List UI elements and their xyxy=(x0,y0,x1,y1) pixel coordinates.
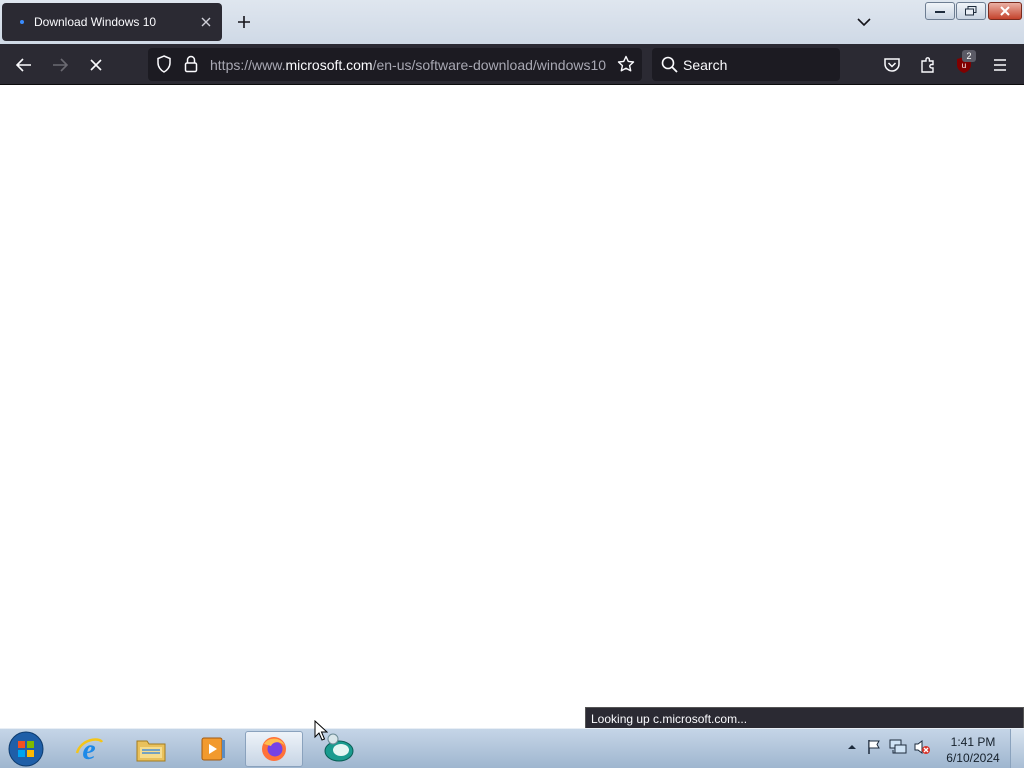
tab-strip: Download Windows 10 xyxy=(0,0,1024,44)
arrow-left-icon xyxy=(16,58,31,72)
page-content[interactable] xyxy=(0,85,1024,728)
taskbar-media-player[interactable] xyxy=(184,731,242,767)
start-button[interactable] xyxy=(6,730,46,768)
back-button[interactable] xyxy=(9,50,39,80)
extension-badge-count: 2 xyxy=(962,50,976,62)
mouse-cursor-icon xyxy=(314,720,328,741)
svg-text:u: u xyxy=(962,61,966,70)
volume-muted-icon xyxy=(914,740,930,754)
plus-icon xyxy=(238,16,250,28)
puzzle-icon xyxy=(921,57,934,73)
tab-title: Download Windows 10 xyxy=(34,15,157,29)
taskbar-internet-explorer[interactable]: e xyxy=(60,731,118,767)
list-all-tabs-button[interactable] xyxy=(852,10,876,34)
minimize-icon xyxy=(935,11,945,13)
url-domain: microsoft.com xyxy=(285,57,373,73)
hamburger-menu-icon xyxy=(994,59,1006,71)
clock-date: 6/10/2024 xyxy=(946,751,1000,765)
show-desktop-button[interactable] xyxy=(1010,729,1024,768)
lock-icon[interactable] xyxy=(181,54,201,74)
tracking-protection-icon[interactable] xyxy=(154,54,174,74)
taskbar: e 1:41 PM 6/10/2024 xyxy=(0,728,1024,768)
status-panel: Looking up c.microsoft.com... xyxy=(585,707,1024,729)
network-tray[interactable] xyxy=(888,737,908,757)
minimize-button[interactable] xyxy=(925,2,955,20)
media-player-icon xyxy=(201,737,225,761)
restore-icon xyxy=(965,6,977,16)
search-bar[interactable]: Search xyxy=(652,48,840,81)
network-icon xyxy=(889,739,907,754)
taskbar-clock[interactable]: 1:41 PM 6/10/2024 xyxy=(940,734,1006,766)
firefox-icon xyxy=(262,737,286,761)
folder-icon xyxy=(136,740,166,762)
clock-time: 1:41 PM xyxy=(950,735,996,749)
tab-download-windows-10[interactable]: Download Windows 10 xyxy=(2,3,222,41)
forward-button[interactable] xyxy=(45,50,75,80)
url-prefix: https://www. xyxy=(210,57,286,73)
tab-close-button[interactable] xyxy=(196,12,216,32)
loading-indicator-icon xyxy=(20,20,24,24)
search-icon xyxy=(661,56,678,73)
url-text[interactable]: https://www.microsoft.com/en-us/software… xyxy=(210,57,606,73)
svg-text:e: e xyxy=(82,733,95,765)
address-bar[interactable]: https://www.microsoft.com/en-us/software… xyxy=(148,48,642,81)
internet-explorer-icon: e xyxy=(75,733,104,765)
navigation-toolbar: https://www.microsoft.com/en-us/software… xyxy=(0,44,1024,85)
chevron-down-icon xyxy=(857,18,871,27)
pocket-button[interactable] xyxy=(877,50,907,80)
status-text: Looking up c.microsoft.com... xyxy=(591,712,748,726)
new-tab-button[interactable] xyxy=(232,10,256,34)
desktop: Download Windows 10 https://www.microsof… xyxy=(0,0,1024,768)
close-window-button[interactable] xyxy=(988,2,1022,20)
bookmark-star-icon[interactable] xyxy=(616,54,636,74)
taskbar-firefox[interactable] xyxy=(245,731,303,767)
restore-button[interactable] xyxy=(956,2,986,20)
stop-button[interactable] xyxy=(81,50,111,80)
url-path: /en-us/software-download/windows10 xyxy=(372,57,607,73)
search-placeholder: Search xyxy=(683,57,728,73)
flag-icon xyxy=(868,740,880,754)
windows-orb-icon xyxy=(8,731,44,767)
chevron-up-icon xyxy=(848,745,856,749)
extensions-button[interactable] xyxy=(913,50,943,80)
action-center-tray[interactable] xyxy=(864,737,884,757)
close-icon xyxy=(201,17,211,27)
arrow-right-icon xyxy=(53,58,68,72)
pocket-icon xyxy=(884,58,900,72)
app-menu-button[interactable] xyxy=(985,50,1015,80)
volume-tray[interactable] xyxy=(912,737,932,757)
close-icon xyxy=(1000,6,1010,16)
show-hidden-icons-button[interactable] xyxy=(842,737,862,757)
stop-icon xyxy=(90,59,102,71)
taskbar-windows-explorer[interactable] xyxy=(122,731,180,767)
